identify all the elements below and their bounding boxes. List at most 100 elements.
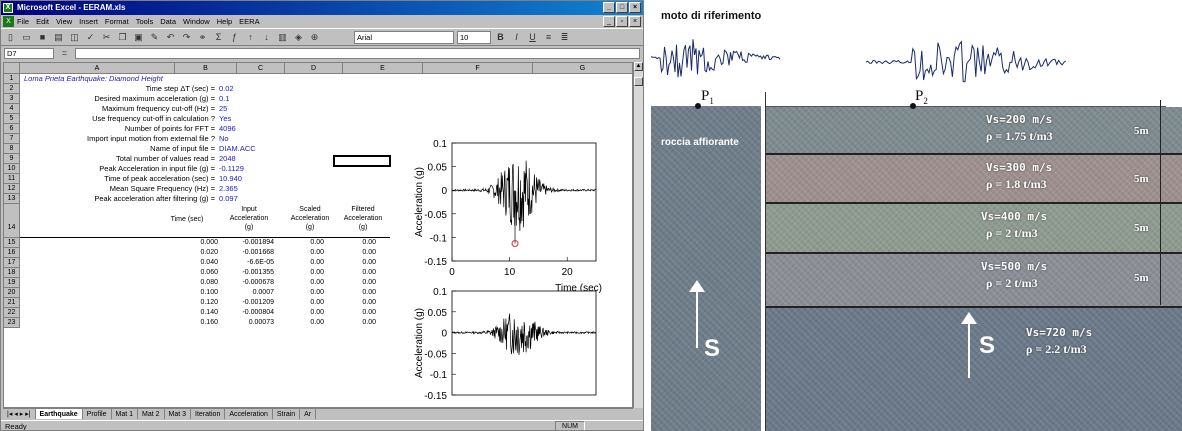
cell-scaled[interactable]: 0.00 <box>281 268 324 277</box>
sheet-tab-iteration[interactable]: Iteration <box>191 409 226 419</box>
menu-window[interactable]: Window <box>183 15 210 28</box>
row-header[interactable]: 1 <box>4 74 20 84</box>
cell-input[interactable]: -0.001355 <box>220 268 274 277</box>
row-header[interactable]: 5 <box>4 114 20 124</box>
copy-icon[interactable]: ❐ <box>116 31 129 44</box>
cell-input[interactable]: -0.001894 <box>220 238 274 247</box>
sheet-tab-profile[interactable]: Profile <box>83 409 112 419</box>
menu-eera[interactable]: EERA <box>239 15 259 28</box>
redo-icon[interactable]: ↷ <box>180 31 193 44</box>
cell-scaled[interactable]: 0.00 <box>281 278 324 287</box>
function-icon[interactable]: ƒ <box>228 31 241 44</box>
row-header[interactable]: 10 <box>4 164 20 174</box>
param-value[interactable]: 2.365 <box>219 184 238 193</box>
row-header[interactable]: 12 <box>4 184 20 194</box>
cell-filtered[interactable]: 0.00 <box>334 318 376 327</box>
cell-time[interactable]: 0.060 <box>159 268 218 277</box>
menu-data[interactable]: Data <box>160 15 176 28</box>
param-value[interactable]: 2048 <box>219 154 236 163</box>
menu-insert[interactable]: Insert <box>79 15 98 28</box>
spelling-icon[interactable]: ✓ <box>84 31 97 44</box>
undo-icon[interactable]: ↶ <box>164 31 177 44</box>
sort-asc-icon[interactable]: ↑ <box>244 31 257 44</box>
param-value[interactable]: -0.1129 <box>219 164 244 173</box>
column-header-b[interactable]: B <box>175 63 237 74</box>
row-header[interactable]: 4 <box>4 104 20 114</box>
menu-help[interactable]: Help <box>217 15 232 28</box>
sheet-tab-mat-2[interactable]: Mat 2 <box>138 409 165 419</box>
preview-icon[interactable]: ◫ <box>68 31 81 44</box>
print-icon[interactable]: ▤ <box>52 31 65 44</box>
center-icon[interactable]: ≣ <box>558 31 571 44</box>
cell-time[interactable]: 0.040 <box>159 258 218 267</box>
vertical-scrollbar[interactable]: ▲ <box>633 62 643 408</box>
maximize-button[interactable]: □ <box>616 2 628 13</box>
open-icon[interactable]: ▭ <box>20 31 33 44</box>
column-header-g[interactable]: G <box>533 63 632 74</box>
param-value[interactable]: No <box>219 134 229 143</box>
hyperlink-icon[interactable]: ⚭ <box>196 31 209 44</box>
chart-wizard-icon[interactable]: ▥ <box>276 31 289 44</box>
drawing-icon[interactable]: ◈ <box>292 31 305 44</box>
sheet-tab-mat-1[interactable]: Mat 1 <box>112 409 139 419</box>
cut-icon[interactable]: ✂ <box>100 31 113 44</box>
cell-input[interactable]: 0.00073 <box>220 318 274 327</box>
cell-time[interactable]: 0.160 <box>159 318 218 327</box>
menu-format[interactable]: Format <box>105 15 129 28</box>
doc-restore-button[interactable]: ▫ <box>616 16 628 27</box>
italic-icon[interactable]: I <box>510 31 523 44</box>
column-header-d[interactable]: D <box>285 63 343 74</box>
workbook-icon[interactable]: X <box>3 16 14 27</box>
row-header[interactable]: 9 <box>4 154 20 164</box>
cell-scaled[interactable]: 0.00 <box>281 298 324 307</box>
param-value[interactable]: 0.02 <box>219 84 234 93</box>
cell-input[interactable]: -0.000804 <box>220 308 274 317</box>
cell-time[interactable]: 0.020 <box>159 248 218 257</box>
cell-input[interactable]: 0.0007 <box>220 288 274 297</box>
cell-scaled[interactable]: 0.00 <box>281 288 324 297</box>
cell-scaled[interactable]: 0.00 <box>281 238 324 247</box>
name-box[interactable]: D7 <box>4 47 54 59</box>
param-value[interactable]: Yes <box>219 114 231 123</box>
cell-scaled[interactable]: 0.00 <box>281 248 324 257</box>
scroll-up-icon[interactable]: ▲ <box>634 62 643 71</box>
new-icon[interactable]: ▯ <box>4 31 17 44</box>
column-header-f[interactable]: F <box>423 63 533 74</box>
bold-icon[interactable]: B <box>494 31 507 44</box>
underline-icon[interactable]: U <box>526 31 539 44</box>
menu-edit[interactable]: Edit <box>36 15 49 28</box>
row-header[interactable]: 7 <box>4 134 20 144</box>
autosum-icon[interactable]: Σ <box>212 31 225 44</box>
cell-filtered[interactable]: 0.00 <box>334 278 376 287</box>
select-all-corner[interactable] <box>4 63 20 74</box>
cell-filtered[interactable]: 0.00 <box>334 298 376 307</box>
cell-filtered[interactable]: 0.00 <box>334 248 376 257</box>
row-header[interactable]: 14 <box>4 204 20 238</box>
row-header[interactable]: 6 <box>4 124 20 134</box>
param-value[interactable]: 4096 <box>219 124 236 133</box>
cell-time[interactable]: 0.120 <box>159 298 218 307</box>
row-header[interactable]: 8 <box>4 144 20 154</box>
scroll-thumb[interactable] <box>634 77 643 86</box>
row-header[interactable]: 3 <box>4 94 20 104</box>
cell-input[interactable]: -0.001668 <box>220 248 274 257</box>
param-value[interactable]: 25 <box>219 104 227 113</box>
cell-input[interactable]: -0.001209 <box>220 298 274 307</box>
cell-scaled[interactable]: 0.00 <box>281 308 324 317</box>
menu-view[interactable]: View <box>56 15 72 28</box>
sheet-tab-acceleration[interactable]: Acceleration <box>225 409 273 419</box>
align-left-icon[interactable]: ≡ <box>542 31 555 44</box>
param-value[interactable]: 0.1 <box>219 94 229 103</box>
formula-input[interactable] <box>75 47 640 59</box>
selected-cell-d7[interactable] <box>333 155 391 167</box>
cell-input[interactable]: -0.000678 <box>220 278 274 287</box>
worksheet-grid[interactable]: ABCDEFG 1 2 3 4 5 6 7 8 9 10 11 12 13 14 15 16 17 18 19 20 2… <box>3 62 633 408</box>
column-header-e[interactable]: E <box>343 63 423 74</box>
save-icon[interactable]: ■ <box>36 31 49 44</box>
format-painter-icon[interactable]: ✎ <box>148 31 161 44</box>
doc-minimize-button[interactable]: _ <box>603 16 615 27</box>
cell-time[interactable]: 0.140 <box>159 308 218 317</box>
minimize-button[interactable]: _ <box>603 2 615 13</box>
sheet-tab-strain[interactable]: Strain <box>273 409 301 419</box>
column-header-a[interactable]: A <box>20 63 175 74</box>
